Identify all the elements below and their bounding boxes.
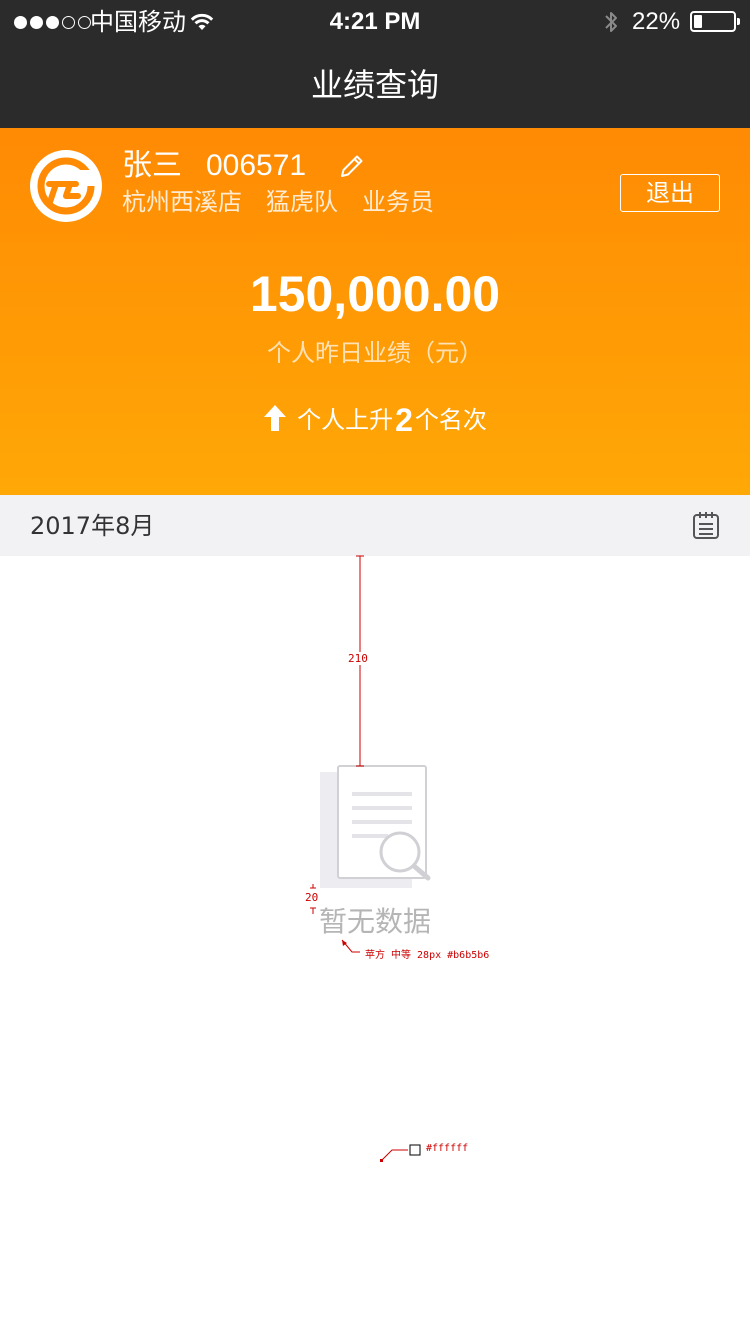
background-color-note: #ffffff bbox=[426, 1143, 469, 1154]
font-spec-note: 苹方 中等 28px #b6b5b6 bbox=[365, 950, 490, 961]
spacing-label-20: 20 bbox=[305, 891, 319, 904]
spacing-annotation-lines bbox=[310, 555, 421, 1162]
spacing-label-210: 210 bbox=[348, 652, 368, 665]
